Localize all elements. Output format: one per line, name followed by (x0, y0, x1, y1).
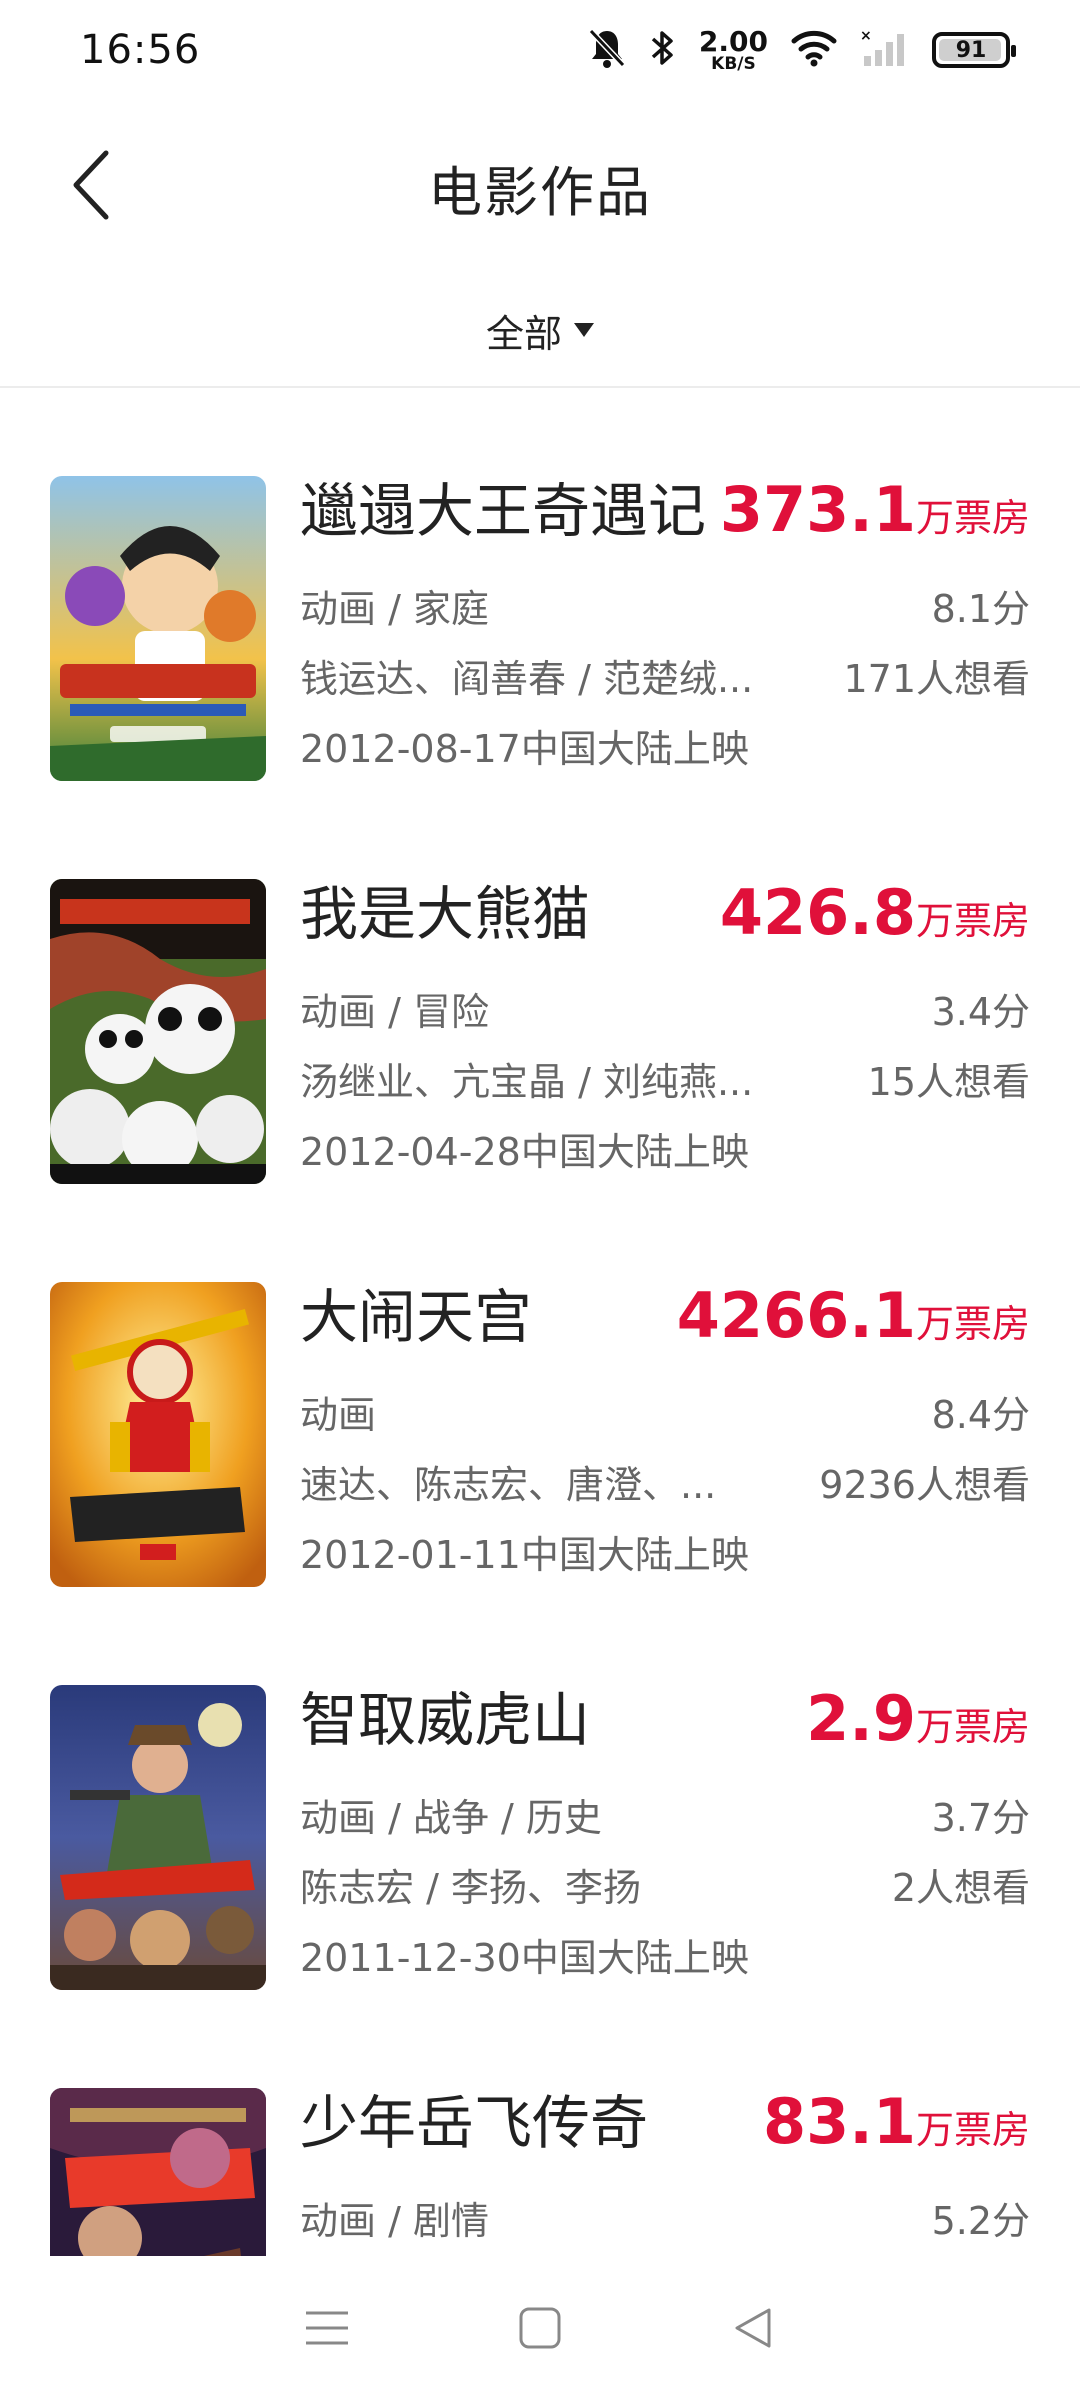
status-time: 16:56 (80, 27, 201, 73)
box-office-value: 2.9 (806, 1682, 916, 1755)
status-bar: 16:56 2.00 KB/S × 91 (0, 0, 1080, 100)
movie-info: 我是大熊猫 426.8万票房 动画 / 冒险 3.4分 汤继业、亢宝晶 / 刘纯… (300, 873, 1030, 1187)
box-office-unit: 万票房 (915, 1302, 1030, 1346)
movie-item[interactable]: 大闹天宫 4266.1万票房 动画 8.4分 速达、陈志宏、唐澄、... 923… (0, 1192, 1080, 1595)
back-triangle-icon (735, 2308, 771, 2348)
header: 电影作品 (0, 100, 1080, 275)
movie-want-count: 15人想看 (867, 1060, 1030, 1104)
movie-score: 8.4分 (931, 1393, 1030, 1437)
movie-cast: 速达、陈志宏、唐澄、... (300, 1463, 717, 1507)
box-office: 83.1万票房 (763, 2082, 1030, 2178)
chevron-left-icon (73, 150, 109, 220)
movie-title: 大闹天宫 (300, 1283, 533, 1351)
box-office: 373.1万票房 (720, 470, 1030, 566)
movie-genre: 动画 / 战争 / 历史 (300, 1796, 602, 1840)
movie-genre: 动画 / 家庭 (300, 587, 489, 631)
movie-poster (50, 1685, 266, 1990)
system-nav-bar (0, 2256, 1080, 2400)
movie-title: 邋遢大王奇遇记 (300, 477, 707, 545)
movie-want-count: 9236人想看 (819, 1463, 1030, 1507)
movie-item[interactable]: 我是大熊猫 426.8万票房 动画 / 冒险 3.4分 汤继业、亢宝晶 / 刘纯… (0, 789, 1080, 1192)
movie-want-count: 171人想看 (843, 657, 1030, 701)
movie-poster (50, 2088, 266, 2256)
movie-title: 少年岳飞传奇 (300, 2089, 649, 2157)
movie-title: 我是大熊猫 (300, 880, 591, 948)
movie-score: 8.1分 (931, 587, 1030, 631)
box-office-value: 426.8 (719, 876, 916, 949)
net-speed-value: 2.00 (698, 24, 768, 58)
movie-info: 邋遢大王奇遇记 373.1万票房 动画 / 家庭 8.1分 钱运达、阎善春 / … (300, 470, 1030, 784)
movie-release: 2011-12-30中国大陆上映 (300, 1936, 749, 1980)
movie-genre: 动画 (300, 1393, 377, 1437)
back-nav-button[interactable] (713, 2288, 793, 2368)
box-office-unit: 万票房 (915, 2108, 1030, 2152)
mute-bell-icon (587, 27, 627, 73)
page-title: 电影作品 (428, 161, 652, 224)
movie-release: 2012-04-28中国大陆上映 (300, 1130, 749, 1174)
movie-list[interactable]: 邋遢大王奇遇记 373.1万票房 动画 / 家庭 8.1分 钱运达、阎善春 / … (0, 386, 1080, 2256)
movie-genre: 动画 / 剧情 (300, 2199, 489, 2243)
movie-cast: 陈志宏 / 李扬、李扬 (300, 1866, 641, 1910)
movie-item[interactable]: 智取威虎山 2.9万票房 动画 / 战争 / 历史 3.7分 陈志宏 / 李扬、… (0, 1595, 1080, 1998)
box-office: 426.8万票房 (720, 873, 1030, 969)
filter-label: 全部 (485, 311, 562, 356)
battery-level: 91 (955, 37, 987, 63)
home-square-icon (519, 2307, 561, 2349)
network-speed: 2.00 KB/S (698, 24, 768, 74)
bluetooth-icon (649, 27, 677, 73)
menu-icon (305, 2311, 348, 2345)
filter-dropdown[interactable]: 全部 (0, 285, 1080, 375)
movie-info: 大闹天宫 4266.1万票房 动画 8.4分 速达、陈志宏、唐澄、... 923… (300, 1276, 1030, 1590)
movie-item[interactable]: 少年岳飞传奇 83.1万票房 动画 / 剧情 5.2分 (0, 1998, 1080, 2256)
home-button[interactable] (500, 2288, 580, 2368)
movie-genre: 动画 / 冒险 (300, 990, 489, 1034)
status-icons: 2.00 KB/S × 91 (587, 24, 1016, 74)
movie-score: 5.2分 (931, 2199, 1030, 2243)
movie-release: 2012-08-17中国大陆上映 (300, 727, 749, 771)
movie-info: 少年岳飞传奇 83.1万票房 动画 / 剧情 5.2分 (300, 2082, 1030, 2256)
box-office: 4266.1万票房 (677, 1276, 1030, 1372)
box-office: 2.9万票房 (806, 1679, 1030, 1775)
movie-want-count: 2人想看 (891, 1866, 1030, 1910)
movie-poster (50, 879, 266, 1184)
box-office-value: 83.1 (763, 2085, 916, 2158)
wifi-icon (790, 29, 838, 71)
box-office-value: 4266.1 (676, 1279, 916, 1352)
movie-title: 智取威虎山 (300, 1686, 591, 1754)
back-button[interactable] (50, 140, 130, 230)
movie-info: 智取威虎山 2.9万票房 动画 / 战争 / 历史 3.7分 陈志宏 / 李扬、… (300, 1679, 1030, 1993)
movie-item[interactable]: 邋遢大王奇遇记 373.1万票房 动画 / 家庭 8.1分 钱运达、阎善春 / … (0, 386, 1080, 789)
movie-score: 3.7分 (931, 1796, 1030, 1840)
caret-down-icon (574, 323, 594, 337)
box-office-unit: 万票房 (915, 899, 1030, 943)
box-office-value: 373.1 (719, 473, 916, 546)
movie-poster (50, 476, 266, 781)
signal-icon: × (860, 28, 910, 72)
movie-cast: 汤继业、亢宝晶 / 刘纯燕... (300, 1060, 754, 1104)
battery-icon: 91 (932, 32, 1016, 68)
menu-button[interactable] (287, 2288, 367, 2368)
movie-cast: 钱运达、阎善春 / 范楚绒... (300, 657, 754, 701)
movie-poster (50, 1282, 266, 1587)
movie-release: 2012-01-11中国大陆上映 (300, 1533, 749, 1577)
movie-score: 3.4分 (931, 990, 1030, 1034)
box-office-unit: 万票房 (915, 1705, 1030, 1749)
svg-text:×: × (860, 28, 872, 44)
box-office-unit: 万票房 (915, 496, 1030, 540)
net-speed-unit: KB/S (711, 53, 756, 74)
